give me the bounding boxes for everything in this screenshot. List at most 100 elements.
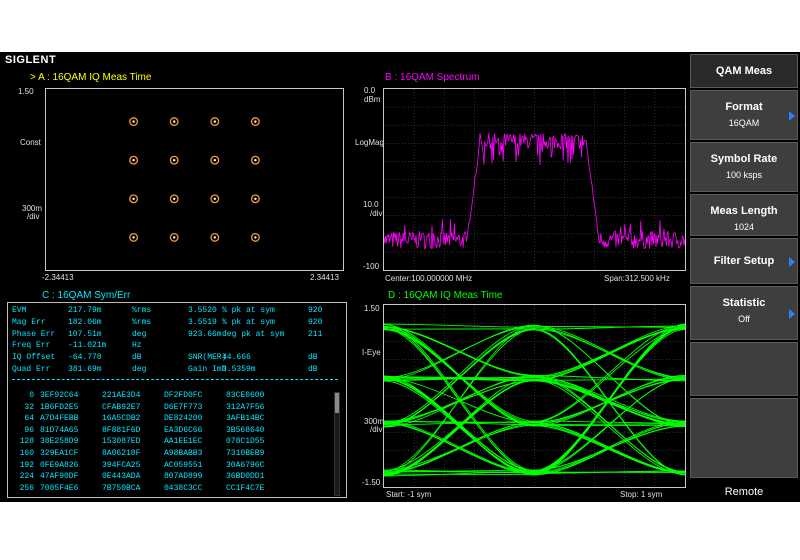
active-marker: > xyxy=(30,72,36,83)
spectrum-plot[interactable] xyxy=(383,88,686,271)
symbol-c4: 7310BEB9 xyxy=(226,448,265,458)
symbol-idx: 32 xyxy=(24,402,34,412)
softkey-title: Statistic xyxy=(722,297,766,309)
constellation-point-center xyxy=(254,120,257,123)
measurement-value2: SNR(MER) xyxy=(188,353,227,363)
symbol-c3: A98BABB3 xyxy=(164,448,203,458)
symbol-idx: 128 xyxy=(19,437,34,447)
symbol-c2: 7B750BCA xyxy=(102,483,141,493)
spectrum-svg xyxy=(384,89,685,270)
softkey-title: Filter Setup xyxy=(713,255,775,267)
symbol-c3: AC059551 xyxy=(164,460,203,470)
symbol-c1: 329EA1CF xyxy=(40,448,79,458)
b-y-axis-label: LogMag xyxy=(355,138,384,147)
softkey-8[interactable] xyxy=(690,398,798,478)
eye-trace xyxy=(384,422,685,475)
softkey-5[interactable]: Filter Setup xyxy=(690,238,798,284)
softkey-value: 16QAM xyxy=(728,118,760,128)
b-center-freq: Center:100.000000 MHz xyxy=(385,274,473,283)
symbol-c3: EA3D6C66 xyxy=(164,425,203,435)
symbol-c1: 47AF90DF xyxy=(40,472,79,482)
measurement-value: 107.51m xyxy=(68,329,102,339)
symbol-scrollbar[interactable] xyxy=(334,392,340,496)
window-c-title: C : 16QAM Sym/Err xyxy=(42,290,131,301)
symbol-c2: 0E443ADA xyxy=(102,472,141,482)
window-a-title: > A : 16QAM IQ Meas Time xyxy=(30,72,151,83)
constellation-point-center xyxy=(132,159,135,162)
softkey-2[interactable]: Format 16QAM xyxy=(690,90,798,140)
measurement-label2: deg pk at sym xyxy=(222,329,285,339)
constellation-svg xyxy=(129,117,260,242)
constellation-point-center xyxy=(254,236,257,239)
d-stop-label: Stop: 1 sym xyxy=(620,490,663,499)
symbol-c1: 0FE9A826 xyxy=(40,460,79,470)
symbol-row: 64 A7D4FEBB 16A5CDB2 DE824200 3AFB14BC xyxy=(12,414,288,426)
b-y-bottom-label: -100 xyxy=(363,262,380,271)
symbol-idx: 192 xyxy=(19,460,34,470)
softkey-6[interactable]: Statistic Off xyxy=(690,286,798,340)
measurement-name: IQ Offset xyxy=(12,353,56,363)
symbol-c1: 38E258D9 xyxy=(40,437,79,447)
constellation-point-center xyxy=(173,236,176,239)
measurement-row: IQ Offset -64.778 dB SNR(MER) 44.666 dB xyxy=(12,353,346,365)
symbol-c1: 1B6FD2E5 xyxy=(40,402,79,412)
measurement-label2: 3.5359m xyxy=(222,364,256,374)
constellation-point-center xyxy=(213,197,216,200)
symbol-c2: CFAB92E7 xyxy=(102,402,141,412)
softkey-title: Meas Length xyxy=(710,205,778,217)
constellation-point-center xyxy=(254,197,257,200)
softkey-1[interactable]: QAM Meas xyxy=(690,54,798,88)
symbol-row: 32 1B6FD2E5 CFAB92E7 D6E7F773 312A7F56 xyxy=(12,403,288,415)
measurement-table: EVM 217.79m %rms 3.5520% pk at sym 920 Mag Er… xyxy=(12,306,346,380)
symbol-c2: 221AE3D4 xyxy=(102,391,141,400)
eye-trace xyxy=(384,325,685,379)
symbol-c2: 8F881F6D xyxy=(102,425,141,435)
window-d-title: D : 16QAM IQ Meas Time xyxy=(388,290,503,301)
symbol-c1: 3EF92C64 xyxy=(40,391,79,400)
measurement-unit: dB xyxy=(132,353,142,363)
analyzer-screen: SIGLENT > A : 16QAM IQ Meas Time 1.50 Co… xyxy=(0,52,800,502)
measurement-unit: Hz xyxy=(132,341,142,351)
symbol-c4: 312A7F56 xyxy=(226,402,265,412)
submenu-arrow-icon xyxy=(789,257,795,267)
d-y-unit-label: /div xyxy=(370,425,383,434)
window-a-title-text: A : 16QAM IQ Meas Time xyxy=(38,72,152,83)
eye-diagram-svg xyxy=(384,305,685,487)
constellation-point-center xyxy=(132,236,135,239)
a-y-unit-label: /div xyxy=(27,212,40,221)
symbol-idx: 224 xyxy=(19,472,34,482)
symbol-c3: 807AD899 xyxy=(164,472,203,482)
symbol-row: 0 3EF92C64 221AE3D4 DF2FD0FC 83CE0600 xyxy=(12,391,288,403)
symbol-c4: 30A6796C xyxy=(226,460,265,470)
measurement-label2: % pk at sym xyxy=(222,306,275,315)
scrollbar-thumb[interactable] xyxy=(335,393,339,413)
measurement-value3: 211 xyxy=(308,329,323,339)
symbol-idx: 160 xyxy=(19,448,34,458)
measurement-value2: 923.66m xyxy=(188,329,222,339)
constellation-plot[interactable] xyxy=(45,88,344,271)
measurement-value2: Gain Imb xyxy=(188,364,227,374)
softkey-4[interactable]: Meas Length 1024 xyxy=(690,194,798,236)
b-y-scale-label: 10.0 xyxy=(363,200,379,209)
symbol-c2: 394FCA25 xyxy=(102,460,141,470)
constellation-point-center xyxy=(254,159,257,162)
b-y-unit-label: /div xyxy=(370,209,383,218)
a-y-top-label: 1.50 xyxy=(18,87,34,96)
softkey-7[interactable] xyxy=(690,342,798,396)
measurement-name: Quad Err xyxy=(12,364,51,374)
submenu-arrow-icon xyxy=(789,309,795,319)
softkey-3[interactable]: Symbol Rate 100 ksps xyxy=(690,142,798,192)
measurement-label2: 44.666 xyxy=(222,353,251,363)
symbol-idx: 96 xyxy=(24,425,34,435)
measurement-row: EVM 217.79m %rms 3.5520 % pk at sym 920 xyxy=(12,306,346,318)
measurement-value3: dB xyxy=(308,364,318,374)
softkey-title: QAM Meas xyxy=(715,65,773,77)
measurement-row: Mag Err 182.06m %rms 3.5519 % pk at sym 920 xyxy=(12,318,346,330)
measurement-row: Freq Err -11.021m Hz xyxy=(12,341,346,353)
symbol-idx: 256 xyxy=(19,483,34,493)
symbol-c2: 8A06218F xyxy=(102,448,141,458)
symbol-row: 96 81D74A65 8F881F6D EA3D6C66 3B568640 xyxy=(12,426,288,438)
measurement-name: Mag Err xyxy=(12,317,46,327)
eye-diagram-plot[interactable] xyxy=(383,304,686,488)
softkey-title: Symbol Rate xyxy=(710,153,778,165)
